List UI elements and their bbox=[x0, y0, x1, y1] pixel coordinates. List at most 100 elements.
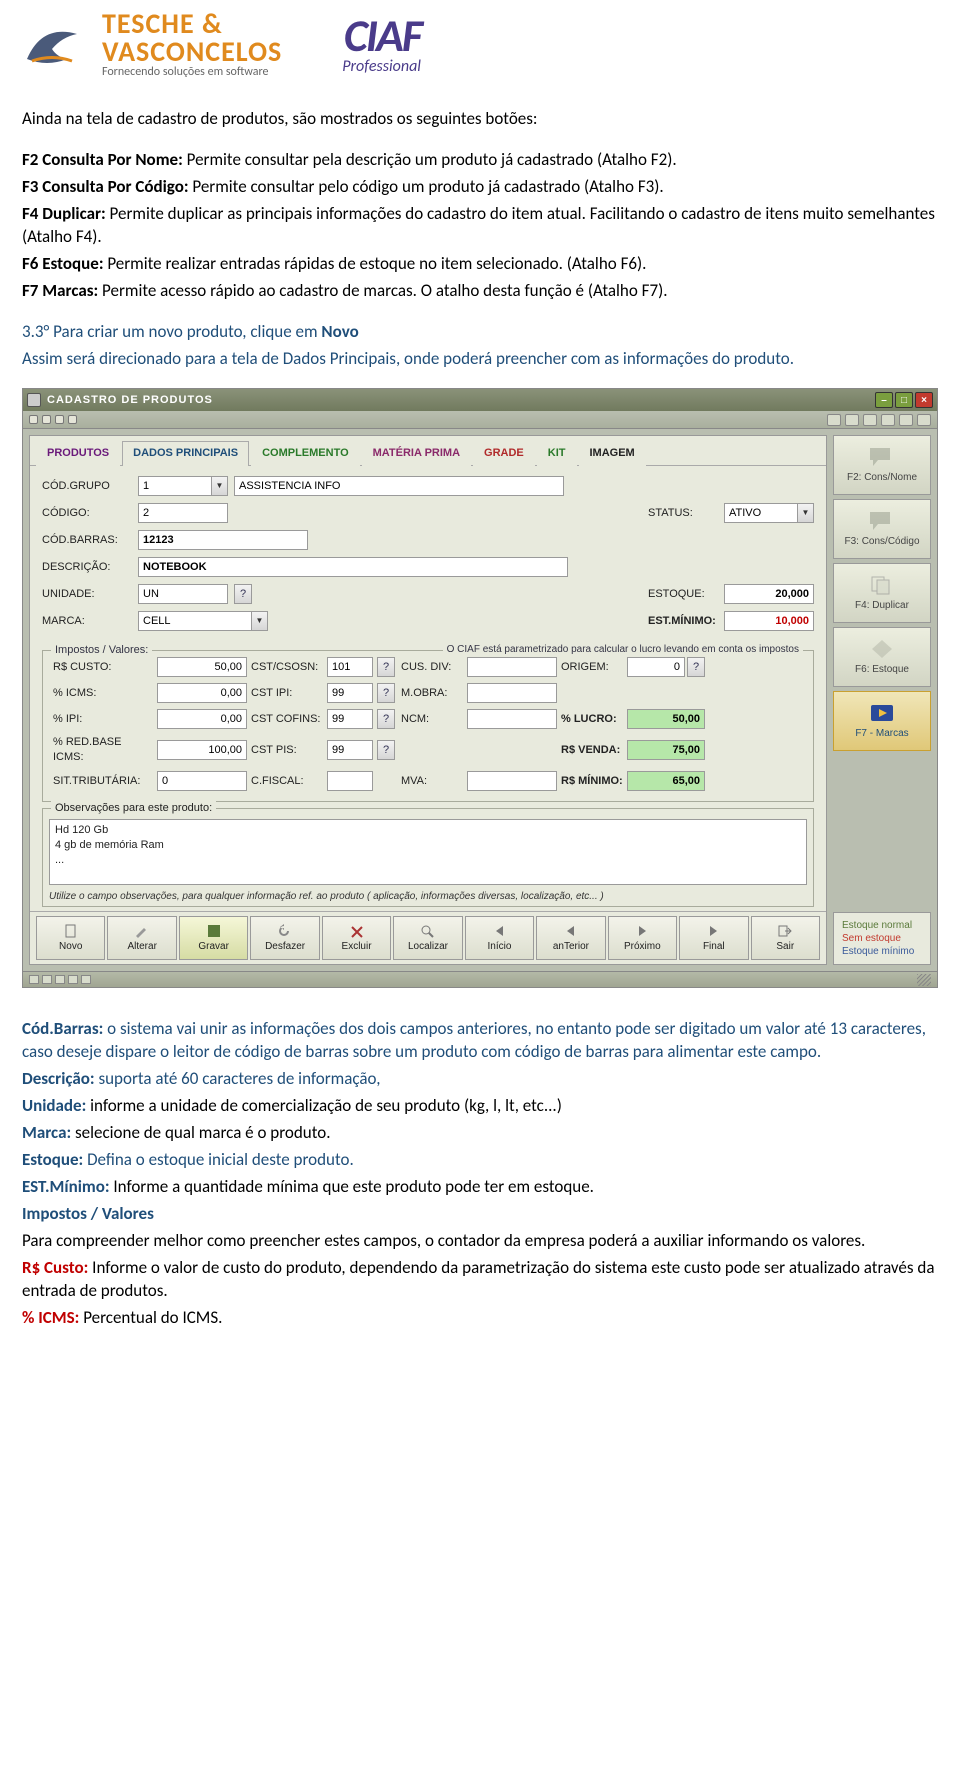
help-icon[interactable]: ? bbox=[687, 657, 705, 677]
strip-tool[interactable] bbox=[917, 414, 931, 426]
estmin-title: EST.Mínimo: bbox=[22, 1176, 110, 1197]
input-plucro[interactable] bbox=[627, 709, 705, 729]
f3-cons-codigo-button[interactable]: F3: Cons/Código bbox=[833, 499, 931, 559]
strip-tool[interactable] bbox=[863, 414, 877, 426]
est-title: Estoque: bbox=[22, 1149, 83, 1170]
input-unidade[interactable] bbox=[138, 584, 228, 604]
new-icon bbox=[63, 924, 79, 938]
tab-row: PRODUTOS DADOS PRINCIPAIS COMPLEMENTO MA… bbox=[30, 436, 826, 466]
input-grupo-nome[interactable] bbox=[234, 476, 564, 496]
marca-title: Marca: bbox=[22, 1122, 75, 1143]
legend-min: Estoque mínimo bbox=[842, 945, 922, 958]
textarea-observacoes[interactable]: Hd 120 Gb 4 gb de memória Ram ... bbox=[49, 819, 807, 885]
tab-produtos[interactable]: PRODUTOS bbox=[36, 441, 120, 466]
tab-grade[interactable]: GRADE bbox=[473, 441, 535, 466]
excluir-button[interactable]: Excluir bbox=[322, 916, 391, 960]
input-sittrib[interactable] bbox=[157, 771, 247, 791]
legend-sem: Sem estoque bbox=[842, 932, 922, 945]
resize-grip-icon[interactable] bbox=[917, 974, 931, 986]
input-rsminimo[interactable] bbox=[627, 771, 705, 791]
s33b: Novo bbox=[321, 321, 358, 342]
gravar-button[interactable]: Gravar bbox=[179, 916, 248, 960]
strip-tool[interactable] bbox=[899, 414, 913, 426]
desfazer-button[interactable]: Desfazer bbox=[250, 916, 319, 960]
input-predbase[interactable] bbox=[157, 740, 247, 760]
doc-text-top: Ainda na tela de cadastro de produtos, s… bbox=[22, 108, 938, 370]
input-cstcsosn[interactable] bbox=[327, 657, 373, 677]
input-rscusto[interactable] bbox=[157, 657, 247, 677]
last-icon bbox=[706, 924, 722, 938]
input-codigo[interactable] bbox=[138, 503, 228, 523]
chevron-down-icon[interactable]: ▼ bbox=[211, 477, 227, 495]
input-marca[interactable] bbox=[138, 611, 268, 631]
label-picms: % ICMS: bbox=[53, 686, 153, 701]
input-descricao[interactable] bbox=[138, 557, 568, 577]
input-rsvenda[interactable] bbox=[627, 740, 705, 760]
help-icon[interactable]: ? bbox=[377, 683, 395, 703]
input-cfiscal[interactable] bbox=[327, 771, 373, 791]
help-icon[interactable]: ? bbox=[377, 709, 395, 729]
f7-marcas-button[interactable]: F7 - Marcas bbox=[833, 691, 931, 751]
logo-ciaf-sub: Professional bbox=[342, 59, 421, 75]
tab-dados-principais[interactable]: DADOS PRINCIPAIS bbox=[122, 441, 249, 466]
input-cstpis[interactable] bbox=[327, 740, 373, 760]
f6-title: F6 Estoque: bbox=[22, 253, 104, 274]
novo-button[interactable]: Novo bbox=[36, 916, 105, 960]
f2-cons-nome-button[interactable]: F2: Cons/Nome bbox=[833, 435, 931, 495]
anterior-button[interactable]: anTerior bbox=[536, 916, 605, 960]
rsc-text: Informe o valor de custo do produto, dep… bbox=[22, 1257, 934, 1301]
input-ncm[interactable] bbox=[467, 709, 557, 729]
help-icon[interactable]: ? bbox=[234, 584, 252, 604]
input-origem[interactable] bbox=[627, 657, 685, 677]
help-icon[interactable]: ? bbox=[377, 740, 395, 760]
tab-imagem[interactable]: IMAGEM bbox=[579, 441, 646, 466]
input-cstcofins[interactable] bbox=[327, 709, 373, 729]
input-picms[interactable] bbox=[157, 683, 247, 703]
f2-title: F2 Consulta Por Nome: bbox=[22, 149, 183, 170]
tab-complemento[interactable]: COMPLEMENTO bbox=[251, 441, 360, 466]
inicio-button[interactable]: Início bbox=[465, 916, 534, 960]
proximo-button[interactable]: Próximo bbox=[608, 916, 677, 960]
maximize-button[interactable]: □ bbox=[895, 392, 913, 408]
titlebar: CADASTRO DE PRODUTOS – □ × bbox=[23, 389, 937, 411]
f6-text: Permite realizar entradas rápidas de est… bbox=[104, 253, 647, 274]
minimize-button[interactable]: – bbox=[875, 392, 893, 408]
sair-button[interactable]: Sair bbox=[751, 916, 820, 960]
alterar-button[interactable]: Alterar bbox=[107, 916, 176, 960]
input-mva[interactable] bbox=[467, 771, 557, 791]
marca-text: selecione de qual marca é o produto. bbox=[75, 1122, 330, 1143]
strip-dot bbox=[42, 415, 51, 424]
f3-text: Permite consultar pelo código um produto… bbox=[189, 176, 664, 197]
label-status: STATUS: bbox=[648, 506, 718, 521]
input-codbarras[interactable] bbox=[138, 530, 308, 550]
final-button[interactable]: Final bbox=[679, 916, 748, 960]
chevron-down-icon[interactable]: ▼ bbox=[797, 504, 813, 522]
tab-materia-prima[interactable]: MATÉRIA PRIMA bbox=[362, 441, 471, 466]
input-pipi[interactable] bbox=[157, 709, 247, 729]
speech-icon bbox=[868, 446, 896, 468]
strip-tool[interactable] bbox=[827, 414, 841, 426]
input-cstipi[interactable] bbox=[327, 683, 373, 703]
strip-tool[interactable] bbox=[845, 414, 859, 426]
input-estminimo[interactable] bbox=[724, 611, 814, 631]
input-cusdiv[interactable] bbox=[467, 657, 557, 677]
stock-legend: Estoque normal Sem estoque Estoque mínim… bbox=[833, 912, 931, 965]
strip-tool[interactable] bbox=[881, 414, 895, 426]
help-icon[interactable]: ? bbox=[377, 657, 395, 677]
input-mobra[interactable] bbox=[467, 683, 557, 703]
close-button[interactable]: × bbox=[915, 392, 933, 408]
localizar-button[interactable]: Localizar bbox=[393, 916, 462, 960]
tab-kit[interactable]: KIT bbox=[537, 441, 577, 466]
app-icon bbox=[27, 393, 41, 407]
f4-duplicar-button[interactable]: F4: Duplicar bbox=[833, 563, 931, 623]
input-estoque[interactable] bbox=[724, 584, 814, 604]
f6-estoque-button[interactable]: F6: Estoque bbox=[833, 627, 931, 687]
estmin-text: Informe a quantidade mínima que este pro… bbox=[110, 1176, 594, 1197]
sb-cell bbox=[42, 975, 52, 984]
desc-text: suporta até 60 caracteres de informação, bbox=[95, 1068, 381, 1089]
fieldset-hint: O CIAF está parametrizado para calcular … bbox=[443, 643, 803, 657]
label-mva: MVA: bbox=[401, 774, 463, 789]
chevron-down-icon[interactable]: ▼ bbox=[251, 612, 267, 630]
play-icon bbox=[868, 702, 896, 724]
delete-icon bbox=[349, 924, 365, 938]
